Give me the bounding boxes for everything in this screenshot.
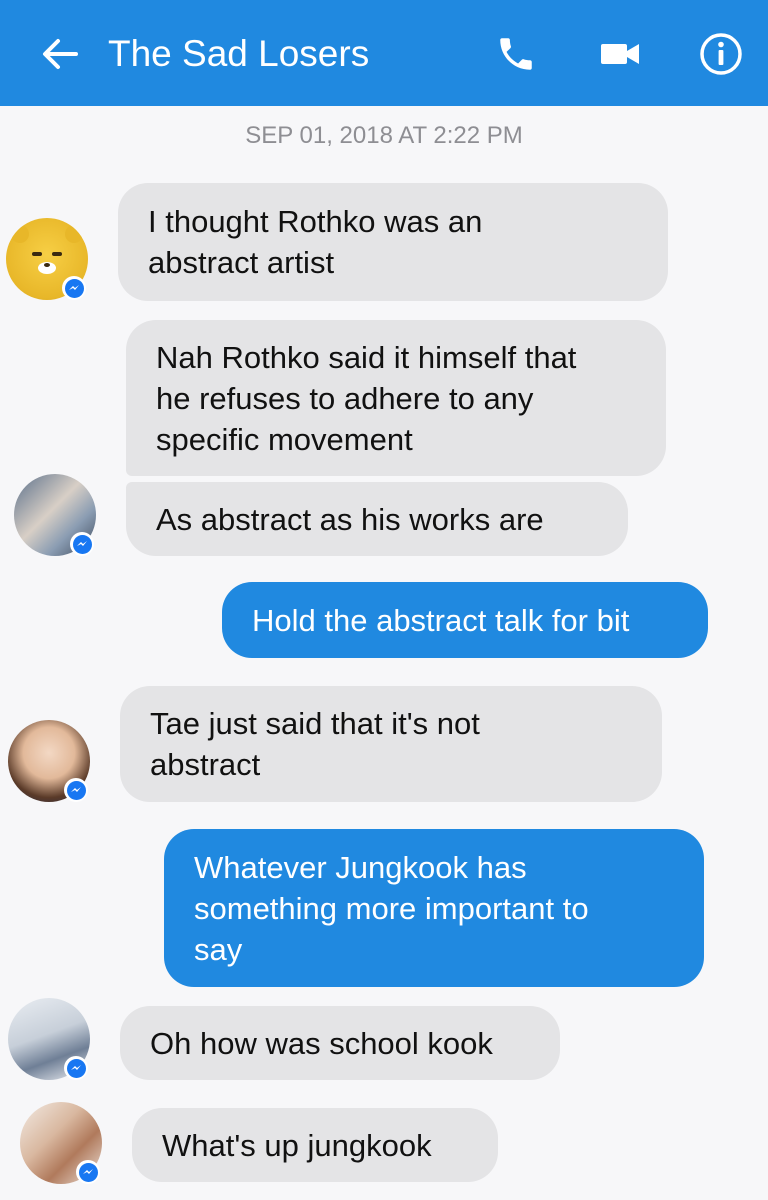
sender-avatar[interactable] (20, 1102, 102, 1184)
message-text-line: specific movement (156, 421, 413, 457)
message-text-line: something more important to (194, 890, 589, 926)
message-bubble[interactable]: What's up jungkook (132, 1108, 498, 1182)
info-button[interactable] (694, 30, 748, 78)
messenger-badge-icon (62, 276, 86, 300)
sender-avatar[interactable] (6, 218, 88, 300)
chat-header: The Sad Losers (0, 0, 768, 106)
sender-avatar[interactable] (8, 720, 90, 802)
messenger-badge-icon (64, 1056, 88, 1080)
messenger-badge-icon (64, 778, 88, 802)
conversation-title: The Sad Losers (108, 33, 370, 74)
message-text-line: Hold the abstract talk for bit (252, 602, 630, 638)
message-text-line: Tae just said that it's not (150, 706, 480, 741)
message-bubble[interactable]: Whatever Jungkook has something more imp… (164, 829, 704, 987)
message-text-line: As abstract as his works are (156, 501, 544, 537)
message-text-line: he refuses to adhere to any (156, 380, 534, 416)
message-bubble[interactable]: Hold the abstract talk for bit (222, 582, 708, 658)
video-call-button[interactable] (592, 30, 648, 78)
message-text-line: What's up jungkook (162, 1127, 432, 1163)
message-bubble[interactable]: As abstract as his works are (126, 482, 628, 556)
message-text-line: abstract (150, 747, 261, 782)
message-bubble[interactable]: Nah Rothko said it himself that he refus… (126, 320, 666, 476)
info-icon (700, 33, 742, 75)
sender-avatar[interactable] (14, 474, 96, 556)
message-bubble[interactable]: Oh how was school kook (120, 1006, 560, 1080)
message-text-line: I thought Rothko was an (148, 204, 483, 239)
arrow-left-icon (43, 39, 78, 69)
message-text-line: Whatever Jungkook has (194, 849, 527, 885)
messenger-badge-icon (76, 1160, 100, 1184)
messenger-badge-icon (70, 532, 94, 556)
message-bubble[interactable]: Tae just said that it's not abstract (120, 686, 662, 802)
message-bubble[interactable]: I thought Rothko was an abstract artist (118, 183, 668, 301)
conversation-timestamp: SEP 01, 2018 AT 2:22 PM (245, 122, 523, 149)
call-button[interactable] (490, 30, 542, 78)
message-text-line: Oh how was school kook (150, 1025, 493, 1061)
phone-icon (500, 38, 532, 70)
video-camera-icon (601, 44, 639, 64)
message-text-line: say (194, 931, 243, 967)
message-text-line: Nah Rothko said it himself that (156, 339, 577, 375)
back-button[interactable] (38, 30, 82, 78)
message-text-line: abstract artist (148, 245, 335, 280)
sender-avatar[interactable] (8, 998, 90, 1080)
